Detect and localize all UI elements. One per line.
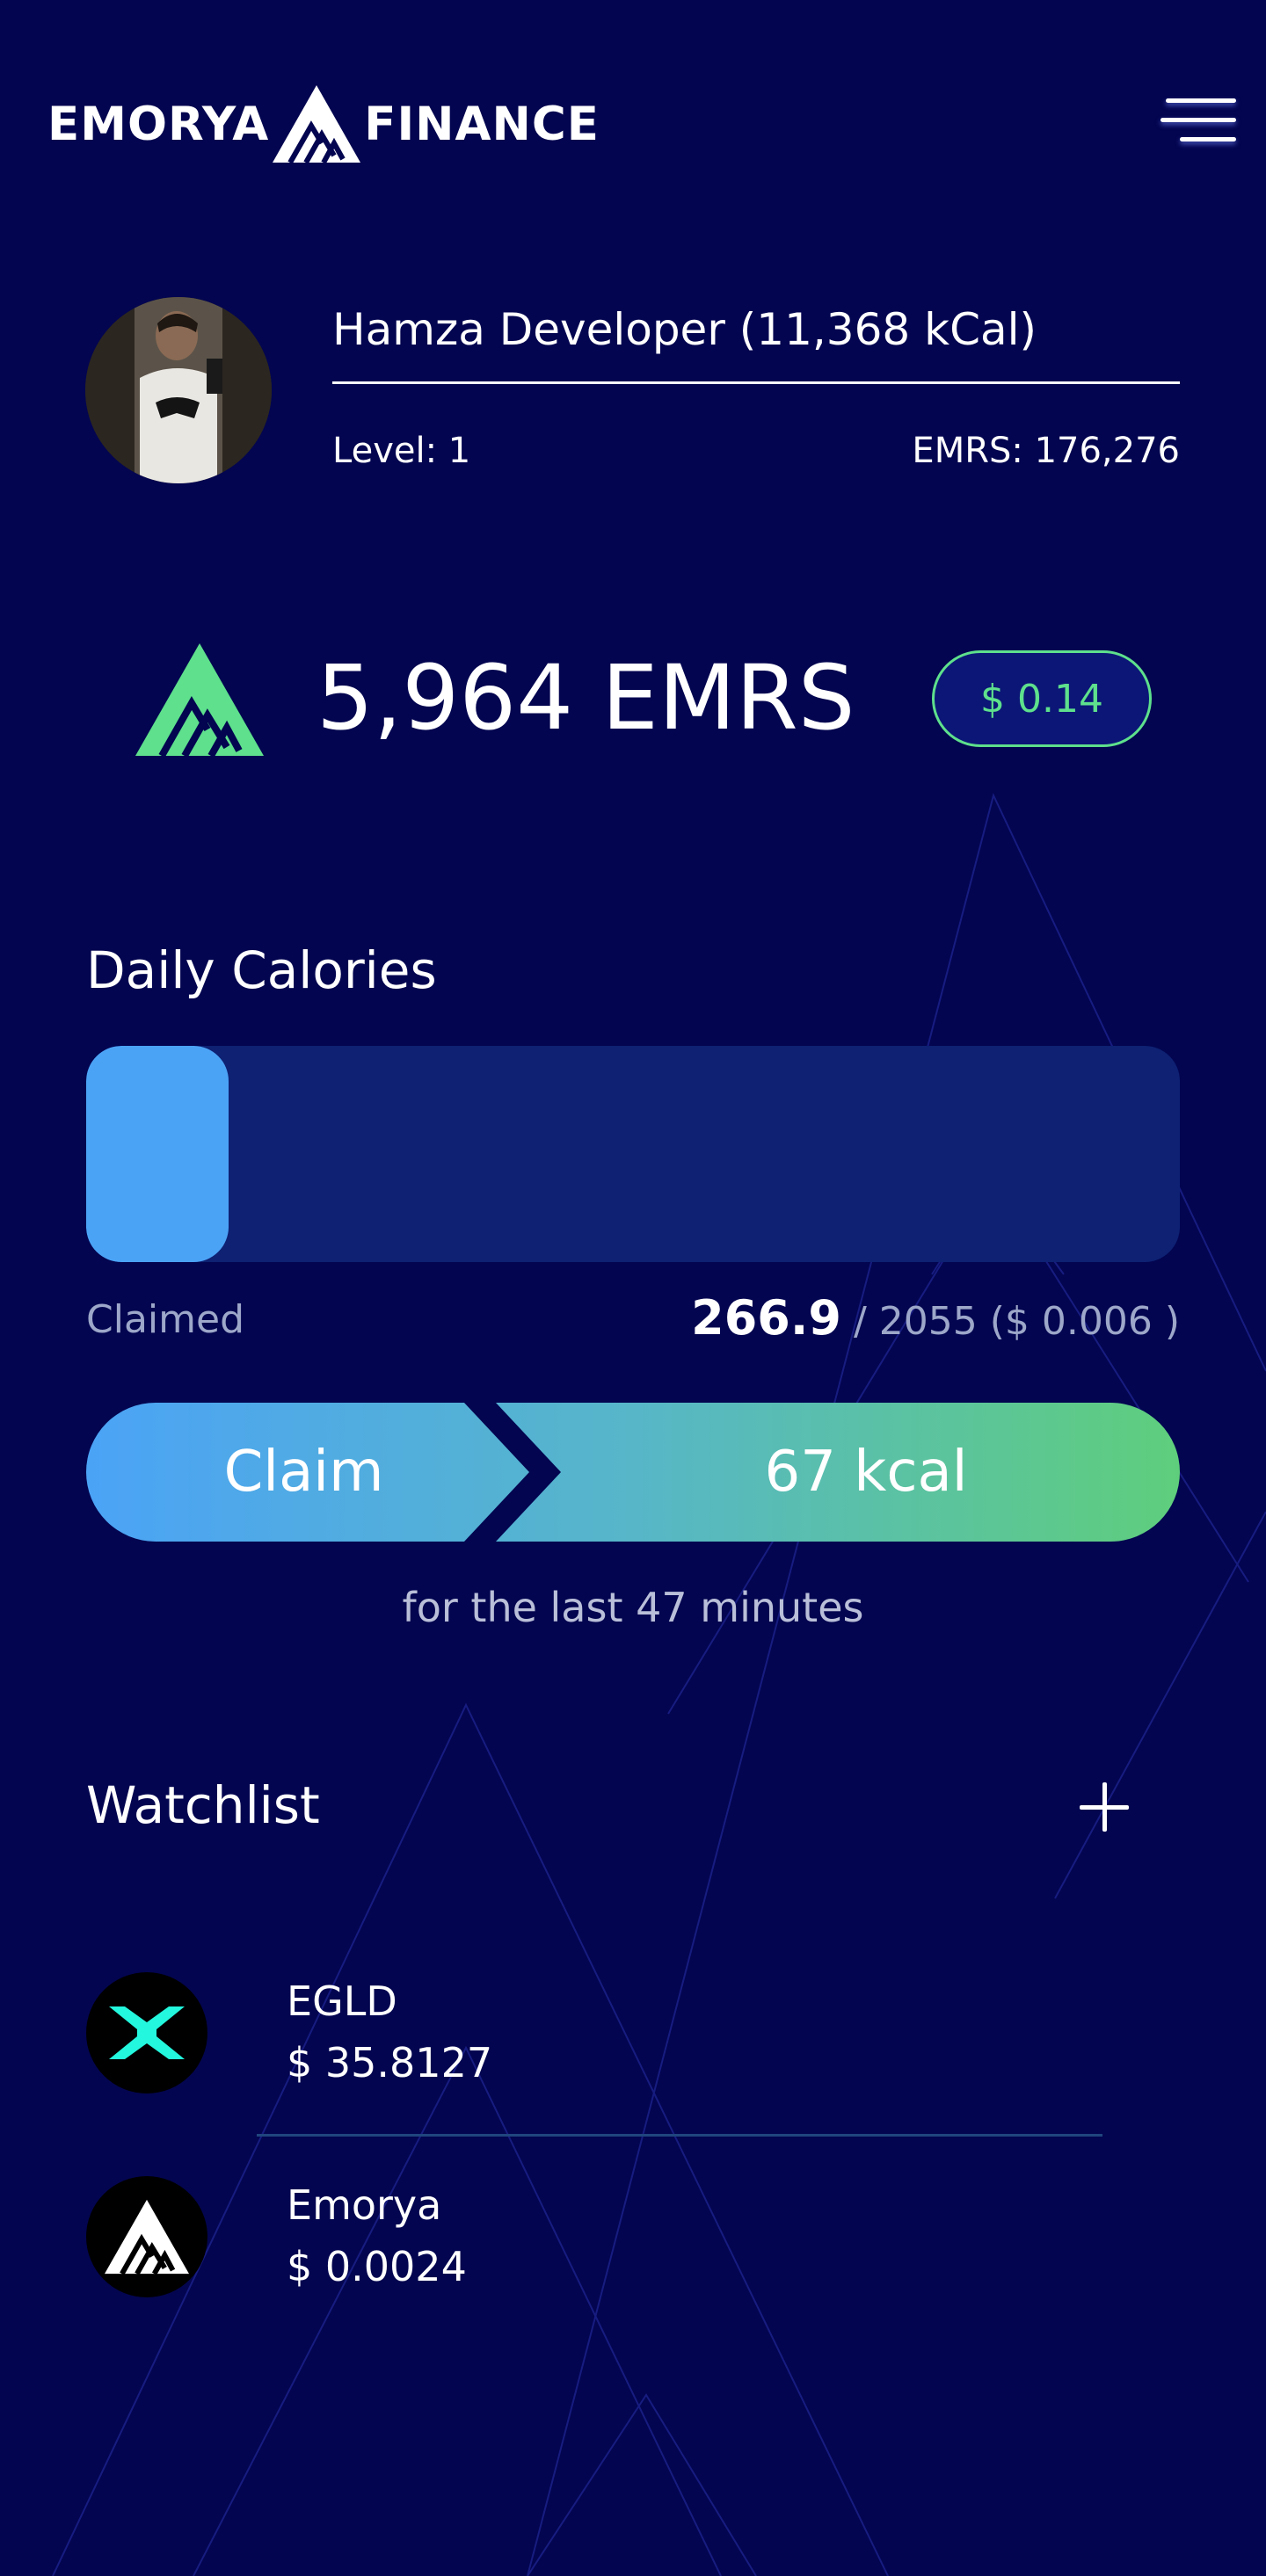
list-item[interactable] — [86, 1972, 207, 2093]
calories-values: 266.9 / 2055 ($ 0.006 ) — [691, 1290, 1180, 1346]
claim-period-note: for the last 47 minutes — [402, 1584, 864, 1631]
claim-amount: 67 kcal — [764, 1440, 968, 1505]
avatar[interactable] — [85, 297, 272, 483]
brand-name-right: FINANCE — [364, 97, 600, 151]
plus-icon[interactable] — [1080, 1782, 1129, 1832]
daily-calories-title: Daily Calories — [86, 940, 437, 1000]
coin-name: Emorya — [287, 2181, 442, 2229]
brand-logo[interactable]: EMORYA FINANCE — [47, 84, 600, 163]
watchlist-title: Watchlist — [86, 1775, 320, 1835]
calories-progress-fill — [86, 1046, 229, 1262]
coin-name: EGLD — [287, 1977, 397, 2025]
claim-button[interactable]: Claim 67 kcal — [86, 1403, 1180, 1542]
coin-price: $ 35.8127 — [287, 2039, 493, 2086]
emrs-total: EMRS: 176,276 — [912, 431, 1180, 471]
user-level: Level: 1 — [332, 431, 471, 471]
calories-claimed-value: 266.9 — [691, 1290, 841, 1346]
watchlist-divider — [257, 2134, 1102, 2137]
profile-name: Hamza Developer (11,368 kCal) — [332, 304, 1037, 355]
emorya-coin-icon — [86, 2176, 207, 2297]
hamburger-menu-icon[interactable] — [1153, 91, 1241, 153]
calories-goal-value: / 2055 ($ 0.006 ) — [853, 1299, 1180, 1344]
emorya-logo-icon — [273, 85, 361, 163]
balance-usd-badge: $ 0.14 — [932, 650, 1152, 747]
calories-progress-bar — [86, 1046, 1180, 1262]
coin-price: $ 0.0024 — [287, 2243, 467, 2290]
profile-divider — [332, 381, 1180, 384]
list-item[interactable] — [86, 2176, 207, 2297]
egld-icon — [86, 1972, 207, 2093]
claim-button-label: Claim — [223, 1440, 384, 1505]
avatar-image — [85, 297, 272, 483]
brand-name-left: EMORYA — [47, 97, 270, 151]
token-balance: 5,964 EMRS — [316, 646, 855, 751]
emorya-token-icon — [135, 643, 264, 756]
claimed-label: Claimed — [86, 1297, 244, 1342]
